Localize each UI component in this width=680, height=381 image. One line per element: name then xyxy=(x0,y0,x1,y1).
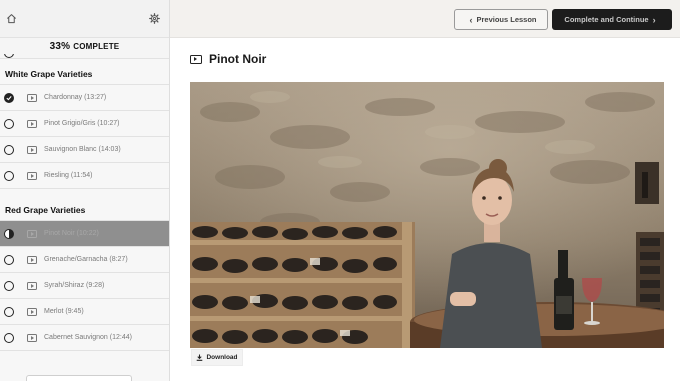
check-circle-icon xyxy=(4,92,14,103)
video-icon xyxy=(27,307,37,316)
complete-and-continue-button[interactable]: Complete and Continue › xyxy=(552,9,672,30)
lesson-label: Riesling (11:54) xyxy=(44,172,93,179)
lesson-label: Syrah/Shiraz (9:28) xyxy=(44,282,105,289)
section-title-white: White Grape Varieties xyxy=(0,59,169,85)
chevron-right-icon: › xyxy=(652,14,656,25)
lesson-item-chardonnay[interactable]: Chardonnay (13:27) xyxy=(0,85,169,111)
video-icon xyxy=(27,145,37,154)
progress-label: COMPLETE xyxy=(73,42,120,51)
home-icon[interactable] xyxy=(4,12,18,26)
status-circle-icon xyxy=(4,144,14,155)
lesson-item-cabernet[interactable]: Cabernet Sauvignon (12:44) xyxy=(0,325,169,351)
status-circle-icon xyxy=(4,118,14,129)
status-circle-icon xyxy=(4,306,14,317)
video-player[interactable] xyxy=(190,82,664,348)
lesson-item-sauvignon-blanc[interactable]: Sauvignon Blanc (14:03) xyxy=(0,137,169,163)
half-circle-icon xyxy=(4,228,14,239)
course-sidebar: 33% COMPLETE White Grape Varieties Chardo… xyxy=(0,0,170,381)
video-icon xyxy=(27,333,37,342)
lesson-item-grenache[interactable]: Grenache/Garnacha (8:27) xyxy=(0,247,169,273)
lesson-label: Pinot Grigio/Gris (10:27) xyxy=(44,120,120,127)
chevron-left-icon: ‹ xyxy=(469,14,473,25)
sidebar-bottom-tab xyxy=(26,375,132,381)
gear-icon[interactable] xyxy=(147,12,161,26)
lesson-label: Pinot Noir (10:22) xyxy=(44,230,99,237)
lesson-topbar: ‹ Previous Lesson Complete and Continue … xyxy=(170,0,680,38)
section-title-red: Red Grape Varieties xyxy=(0,195,169,221)
video-icon xyxy=(27,229,37,238)
lesson-label: Sauvignon Blanc (14:03) xyxy=(44,146,121,153)
previous-lesson-label: Previous Lesson xyxy=(476,15,537,24)
video-icon xyxy=(27,255,37,264)
lesson-item-pinot-noir[interactable]: Pinot Noir (10:22) xyxy=(0,221,169,247)
video-icon xyxy=(190,54,202,64)
lesson-title: Pinot Noir xyxy=(209,52,267,66)
lesson-item-riesling[interactable]: Riesling (11:54) xyxy=(0,163,169,189)
download-button[interactable]: Download xyxy=(191,349,243,366)
lesson-list[interactable]: White Grape Varieties Chardonnay (13:27)… xyxy=(0,58,169,381)
lesson-item-pinot-grigio[interactable]: Pinot Grigio/Gris (10:27) xyxy=(0,111,169,137)
lesson-label: Merlot (9:45) xyxy=(44,308,84,315)
course-progress: 33% COMPLETE xyxy=(0,38,169,58)
download-icon xyxy=(197,354,203,361)
complete-and-continue-label: Complete and Continue xyxy=(564,15,649,24)
video-icon xyxy=(27,171,37,180)
status-circle-icon xyxy=(4,254,14,265)
video-frame-image xyxy=(190,82,664,348)
progress-percent: 33% xyxy=(49,41,71,52)
lesson-label: Chardonnay (13:27) xyxy=(44,94,107,101)
status-circle-icon xyxy=(4,332,14,343)
lesson-label: Grenache/Garnacha (8:27) xyxy=(44,256,128,263)
lesson-item-syrah[interactable]: Syrah/Shiraz (9:28) xyxy=(0,273,169,299)
video-icon xyxy=(27,93,37,102)
video-icon xyxy=(27,119,37,128)
status-circle-icon xyxy=(4,170,14,181)
video-icon xyxy=(27,281,37,290)
download-label: Download xyxy=(206,354,238,361)
sidebar-header xyxy=(0,0,169,38)
progress-text: 33% COMPLETE xyxy=(50,41,120,52)
status-circle-icon xyxy=(4,280,14,291)
lesson-label: Cabernet Sauvignon (12:44) xyxy=(44,334,132,341)
previous-lesson-button[interactable]: ‹ Previous Lesson xyxy=(454,9,548,30)
lesson-header: Pinot Noir xyxy=(190,51,266,67)
lesson-item-merlot[interactable]: Merlot (9:45) xyxy=(0,299,169,325)
